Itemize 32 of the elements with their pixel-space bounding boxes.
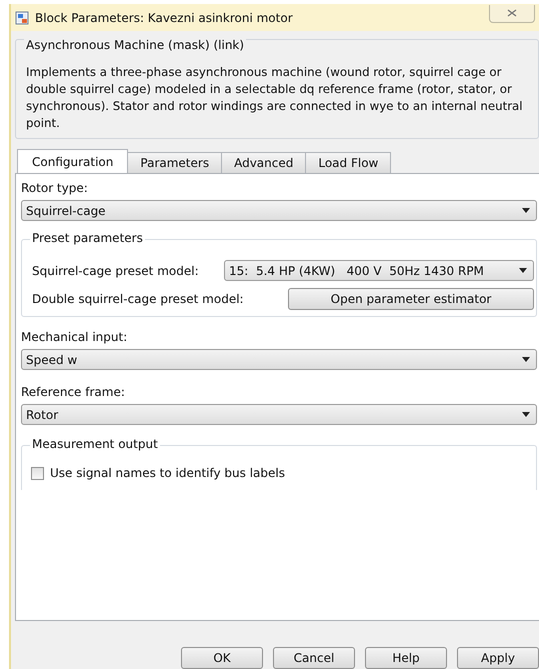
dialog-button[interactable]: Help <box>365 647 447 669</box>
block-icon <box>15 10 29 24</box>
preset-model-dropdown[interactable]: 15: 5.4 HP (4KW) 400 V 50Hz 1430 RPM <box>224 260 534 281</box>
description-text: Implements a three-phase asynchronous machine (wound rotor, squirrel cage or double squirrel cage) modeled in a selectable dq reference frame (rotor, stator, or synchronous). Stator and rotor windings are connected in wye to an internal neutral point. <box>26 64 524 132</box>
close-button[interactable] <box>489 4 535 22</box>
group-title: Measurement output <box>30 437 160 451</box>
parameter-estimator-button[interactable]: Open parameter estimator <box>288 288 534 310</box>
dropdown-arrow-icon <box>522 208 530 213</box>
close-icon <box>507 9 517 17</box>
dropdown-arrow-icon <box>522 357 530 362</box>
dialog-button[interactable]: Cancel <box>273 647 355 669</box>
checkbox-label: Use signal names to identify bus labels <box>50 466 285 480</box>
dropdown-arrow-icon <box>519 268 527 273</box>
dropdown-arrow-icon <box>522 412 530 417</box>
tab[interactable]: Configuration <box>17 149 128 173</box>
field-label: Squirrel-cage preset model: <box>32 264 199 278</box>
reference-frame-dropdown[interactable]: Rotor <box>21 404 537 425</box>
tab[interactable]: Advanced <box>221 152 306 173</box>
field-label: Double squirrel-cage preset model: <box>32 292 244 306</box>
mechanical-input-dropdown[interactable]: Speed w <box>21 349 537 370</box>
checkbox[interactable] <box>31 466 44 480</box>
tab[interactable]: Load Flow <box>305 152 392 173</box>
window-title: Block Parameters: Kavezni asinkroni motor <box>35 10 293 24</box>
dialog-button[interactable]: OK <box>181 647 263 669</box>
rotor-type-dropdown[interactable]: Squirrel-cage <box>21 200 537 221</box>
field-label: Reference frame: <box>21 384 126 401</box>
dialog-button[interactable]: Apply <box>457 647 539 669</box>
group-title: Preset parameters <box>30 231 145 245</box>
field-label: Rotor type: <box>21 180 89 197</box>
field-label: Mechanical input: <box>21 329 128 346</box>
tab[interactable]: Parameters <box>127 152 222 173</box>
group-title: Asynchronous Machine (mask) (link) <box>24 38 246 52</box>
